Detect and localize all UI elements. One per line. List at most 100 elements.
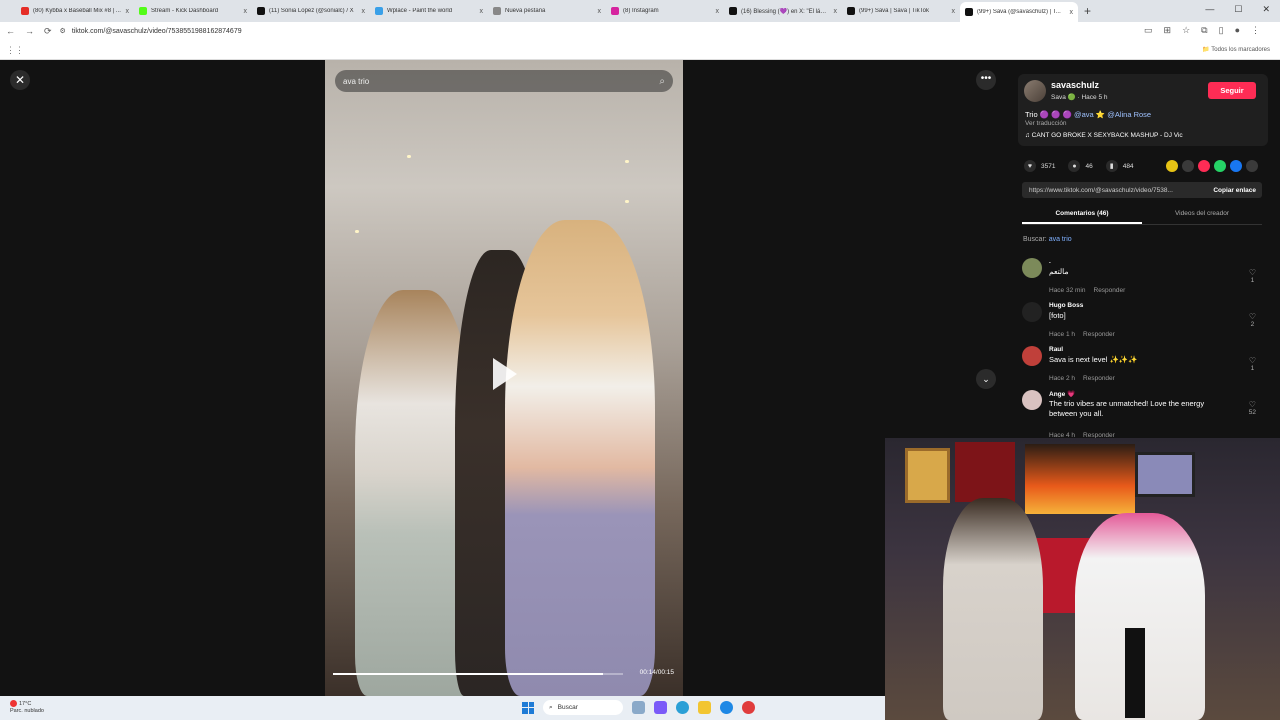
comment-meta: Hace 32 min Responder <box>1049 287 1125 294</box>
sidebar-icon[interactable]: ▯ <box>1219 25 1224 36</box>
comment-like-button[interactable]: ♡ 2 <box>1249 312 1256 328</box>
coin-icon[interactable] <box>1166 160 1178 172</box>
widget-icon[interactable] <box>632 701 645 714</box>
comment-meta: Hace 1 h Responder <box>1049 331 1115 338</box>
translate-link[interactable]: Ver traducción <box>1025 120 1067 127</box>
browser-tab[interactable]: (99+) Sava | Sava | TikTok x <box>842 2 960 20</box>
minimize-icon[interactable]: — <box>1205 4 1214 15</box>
edge-icon[interactable] <box>720 701 733 714</box>
apps-icon[interactable]: ⋮⋮ <box>6 45 24 56</box>
tab-close-icon[interactable]: x <box>834 8 838 15</box>
star-icon[interactable]: ☆ <box>1182 25 1190 36</box>
music-link[interactable]: ♫ CANT GO BROKE X SEXYBACK MASHUP - DJ V… <box>1025 132 1183 139</box>
menu-icon[interactable]: ⋮ <box>1251 25 1260 36</box>
tab-close-icon[interactable]: x <box>244 8 248 15</box>
new-tab-button[interactable]: + <box>1084 4 1091 18</box>
share-icons <box>1166 160 1258 172</box>
comment-like-button[interactable]: ♡1 <box>1249 268 1256 284</box>
reload-icon[interactable]: ⟳ <box>44 26 52 37</box>
tab-close-icon[interactable]: x <box>480 8 484 15</box>
comment-meta: Hace 2 h Responder <box>1049 375 1115 382</box>
more-options-button[interactable]: ••• <box>976 70 996 90</box>
reply-button[interactable]: Responder <box>1083 331 1115 338</box>
share-icon[interactable] <box>1246 160 1258 172</box>
comment-author[interactable]: Raul <box>1049 346 1063 353</box>
wall-frame <box>1135 452 1195 497</box>
close-video-button[interactable]: ✕ <box>10 70 30 90</box>
tab-close-icon[interactable]: x <box>362 8 366 15</box>
comment-author[interactable]: Ange 💗 <box>1049 390 1075 398</box>
close-window-icon[interactable]: ✕ <box>1262 4 1270 15</box>
comment-avatar[interactable] <box>1022 346 1042 366</box>
search-hint-term[interactable]: ava trio <box>1049 236 1072 243</box>
tab-title: (99+) Sava | Sava | TikTok <box>859 8 929 14</box>
translate-icon[interactable]: ⊞ <box>1164 25 1172 36</box>
chrome-icon[interactable] <box>676 701 689 714</box>
avatar[interactable] <box>1024 80 1046 102</box>
browser-tab[interactable]: Wplace - Paint the world x <box>370 2 488 20</box>
tab-close-icon[interactable]: x <box>126 8 130 15</box>
browser-tab[interactable]: (11) Sonia Lopez (@sonialc) / X x <box>252 2 370 20</box>
all-bookmarks[interactable]: 📁 Todos los marcadores <box>1202 46 1270 53</box>
profile-icon[interactable]: ● <box>1235 25 1240 36</box>
tab-close-icon[interactable]: x <box>598 8 602 15</box>
video-progress-bar[interactable] <box>333 673 623 675</box>
video-player[interactable]: ava trio ⌕ 00:14/00:15 <box>325 60 683 696</box>
comment-author[interactable]: Hugo Boss <box>1049 302 1083 309</box>
url-text[interactable]: tiktok.com/@savaschulz/video/75385519881… <box>72 28 242 35</box>
extensions-icon[interactable]: ⧉ <box>1201 25 1207 36</box>
back-icon[interactable]: ← <box>6 26 15 37</box>
send-icon[interactable] <box>1198 160 1210 172</box>
tab-close-icon[interactable]: x <box>1070 9 1074 16</box>
app-icon[interactable] <box>742 701 755 714</box>
browser-tab[interactable]: Stream - Kick Dashboard x <box>134 2 252 20</box>
comment-icon[interactable]: ● <box>1068 160 1081 172</box>
tab-close-icon[interactable]: x <box>952 8 956 15</box>
play-icon[interactable] <box>493 358 517 390</box>
heart-icon[interactable]: ♥ <box>1024 160 1036 172</box>
forward-icon[interactable]: → <box>25 26 34 37</box>
tab-creator-videos[interactable]: Videos del creador <box>1142 207 1262 224</box>
username[interactable]: savaschulz <box>1051 80 1099 90</box>
video-link[interactable]: https://www.tiktok.com/@savaschulz/video… <box>1029 187 1173 194</box>
next-video-button[interactable]: ⌄ <box>976 369 996 389</box>
whatsapp-icon[interactable] <box>1214 160 1226 172</box>
search-icon[interactable]: ⌕ <box>659 76 665 87</box>
tab-close-icon[interactable]: x <box>716 8 720 15</box>
follow-button[interactable]: Seguir <box>1208 82 1256 99</box>
copy-link-button[interactable]: Copiar enlace <box>1207 187 1262 194</box>
comment-like-button[interactable]: ♡ 52 <box>1249 400 1256 416</box>
file-explorer-icon[interactable] <box>698 701 711 714</box>
tab-comments[interactable]: Comentarios (46) <box>1022 207 1142 224</box>
reply-button[interactable]: Responder <box>1083 375 1115 382</box>
copilot-icon[interactable] <box>654 701 667 714</box>
comment-avatar[interactable] <box>1022 390 1042 410</box>
weather-widget[interactable]: 17°C Parc. nublado <box>10 700 44 715</box>
comment-avatar[interactable] <box>1022 302 1042 322</box>
address-bar: ← → ⟳ ⚙ tiktok.com/@savaschulz/video/753… <box>0 22 1280 40</box>
facebook-icon[interactable] <box>1230 160 1242 172</box>
comment-like-button[interactable]: ♡1 <box>1249 356 1256 372</box>
windows-taskbar: 17°C Parc. nublado ⌕ Buscar <box>0 696 885 720</box>
browser-tab[interactable]: (16) Blessing (💜) en X: "El lápi... x <box>724 2 842 20</box>
comment-author[interactable]: . <box>1049 258 1051 265</box>
cast-icon[interactable]: ▭ <box>1144 25 1153 36</box>
weather-desc: Parc. nublado <box>10 707 44 714</box>
tab-title: (16) Blessing (💜) en X: "El lápi... <box>741 8 830 15</box>
comment-avatar[interactable] <box>1022 258 1042 278</box>
desc-mentions[interactable]: @ava ⭐ @Alina Rose <box>1074 110 1151 119</box>
bookmark-icon[interactable]: ▮ <box>1105 160 1118 172</box>
video-search-bar[interactable]: ava trio ⌕ <box>335 70 673 92</box>
tab-favicon <box>257 7 265 15</box>
browser-tab[interactable]: Nueva pestaña x <box>488 2 606 20</box>
windows-start-icon[interactable] <box>522 701 534 714</box>
reply-button[interactable]: Responder <box>1094 287 1126 294</box>
comment-item: Hugo Boss [foto] Hace 1 h Responder ♡ 2 <box>1022 302 1264 342</box>
site-info-icon[interactable]: ⚙ <box>60 27 66 35</box>
browser-tab[interactable]: (80) Kybba x Baseball Mix #8 | ... x <box>16 2 134 20</box>
embed-icon[interactable] <box>1182 160 1194 172</box>
browser-tab[interactable]: (8) Instagram x <box>606 2 724 20</box>
taskbar-search[interactable]: ⌕ Buscar <box>543 700 623 715</box>
maximize-icon[interactable]: ☐ <box>1234 4 1242 15</box>
browser-tab[interactable]: (99+) Sava (@savaschulz) | T... x <box>960 2 1078 22</box>
